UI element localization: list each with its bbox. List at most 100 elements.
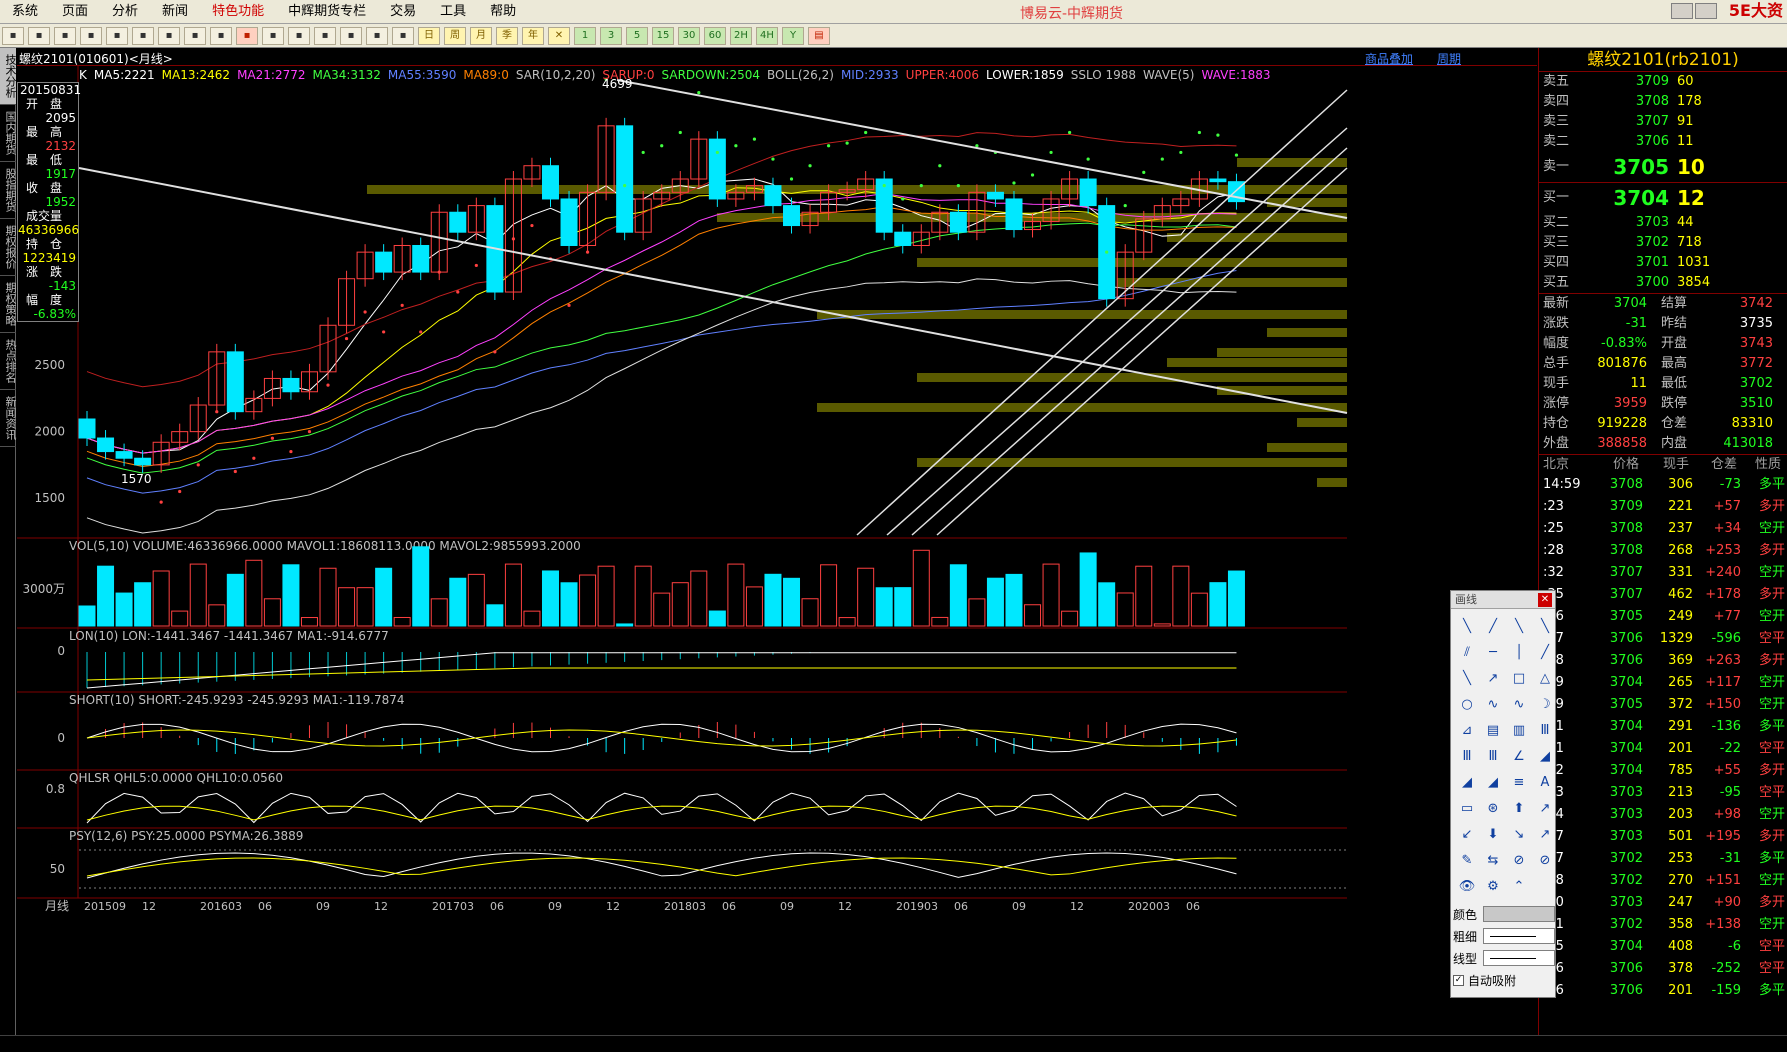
left-tab-3[interactable]: 期权报价 <box>0 219 17 276</box>
menu-item-3[interactable]: 新闻 <box>150 0 200 24</box>
auto-snap-checkbox[interactable]: ✓ <box>1453 974 1464 986</box>
chart-area[interactable]: 螺纹2101(010601)<月线> 商品叠加 周期 3000250020001… <box>17 48 1537 1052</box>
minute-btn-2[interactable]: 5 <box>626 26 648 45</box>
tick-row[interactable]: :393705372+150空开 <box>1539 694 1787 716</box>
period-btn-0[interactable]: 日 <box>418 26 440 45</box>
book-row[interactable]: 卖四 3708 178 <box>1539 92 1787 112</box>
ruler-icon[interactable]: ▭ <box>1455 797 1479 821</box>
rect-icon[interactable]: □ <box>1507 667 1531 691</box>
tick-icon[interactable]: ▪ <box>392 26 414 45</box>
layout-icon[interactable]: ▪ <box>210 26 232 45</box>
tick-row[interactable]: :413704291-136多平 <box>1539 716 1787 738</box>
left-tab-4[interactable]: 期权策略 <box>0 276 17 333</box>
minute-btn-5[interactable]: 60 <box>704 26 726 45</box>
hide-icon[interactable]: ⊘ <box>1507 849 1531 873</box>
level-icon[interactable]: ≡ <box>1507 771 1531 795</box>
tick-row[interactable]: :383706369+263多开 <box>1539 650 1787 672</box>
minute-btn-6[interactable]: 2H <box>730 26 752 45</box>
refresh-icon[interactable]: ▪ <box>106 26 128 45</box>
tick-row[interactable]: :503703247+90多开 <box>1539 892 1787 914</box>
down-arrow-icon[interactable]: ⬇ <box>1481 823 1505 847</box>
menu-item-7[interactable]: 工具 <box>428 0 478 24</box>
book-row[interactable]: 买四 3701 1031 <box>1539 253 1787 273</box>
tag-icon[interactable]: ▪ <box>314 26 336 45</box>
book-row[interactable]: 卖二 3706 11 <box>1539 132 1787 152</box>
menu-item-2[interactable]: 分析 <box>100 0 150 24</box>
menu-item-6[interactable]: 交易 <box>378 0 428 24</box>
wave-icon[interactable]: ∿ <box>1481 693 1505 717</box>
minute-btn-4[interactable]: 30 <box>678 26 700 45</box>
home-icon[interactable]: ▪ <box>28 26 50 45</box>
tick-row[interactable]: :423704785+55多开 <box>1539 760 1787 782</box>
triangle-icon[interactable]: △ <box>1533 667 1557 691</box>
minute-btn-8[interactable]: Y <box>782 26 804 45</box>
zoom-out-icon[interactable]: ▪ <box>158 26 180 45</box>
tick-row[interactable]: :433703213-95空平 <box>1539 782 1787 804</box>
indicator-icon[interactable]: ▪ <box>262 26 284 45</box>
arrow-line-icon[interactable]: ╲ <box>1533 615 1557 639</box>
curve-icon[interactable]: ∿ <box>1507 693 1531 717</box>
minute-btn-0[interactable]: 1 <box>574 26 596 45</box>
menu-item-0[interactable]: 系统 <box>0 0 50 24</box>
speed-icon[interactable]: ◢ <box>1533 745 1557 769</box>
angle-icon[interactable]: ◢ <box>1455 771 1479 795</box>
diag-icon[interactable]: ╱ <box>1533 641 1557 665</box>
left-tab-1[interactable]: 国内期货 <box>0 105 17 162</box>
ellipse-icon[interactable]: ○ <box>1455 693 1479 717</box>
settings-icon[interactable]: ⚙ <box>1481 875 1505 899</box>
tick-row[interactable]: :25 3708 237 +34 空开 <box>1539 518 1787 540</box>
book-row[interactable]: 买五 3700 3854 <box>1539 273 1787 293</box>
calendar-icon[interactable]: ▤ <box>808 26 830 45</box>
tick-row[interactable]: :28 3708 268 +253 多开 <box>1539 540 1787 562</box>
menu-item-5[interactable]: 中辉期货专栏 <box>276 0 378 24</box>
pen-icon[interactable]: ✎ <box>1455 849 1479 873</box>
pen-icon[interactable]: ▪ <box>236 26 258 45</box>
grid-icon[interactable]: Ⅲ <box>1481 745 1505 769</box>
kline-chart[interactable]: 300025002000150046991570VOL(5,10) VOLUME… <box>17 48 1537 1052</box>
tick-row[interactable]: :513702358+138空开 <box>1539 914 1787 936</box>
left-tab-2[interactable]: 股指期货 <box>0 162 17 219</box>
ray-icon[interactable]: ╱ <box>1481 615 1505 639</box>
search-icon[interactable]: ▪ <box>184 26 206 45</box>
fall-arrow-icon[interactable]: ↘ <box>1507 823 1531 847</box>
book-row[interactable]: 买二 3703 44 <box>1539 213 1787 233</box>
fib-icon[interactable]: ⊿ <box>1455 719 1479 743</box>
collapse-icon[interactable]: ⌃ <box>1507 875 1531 899</box>
left-tab-6[interactable]: 新闻资讯 <box>0 390 17 447</box>
parallel-icon[interactable]: ⫽ <box>1455 641 1479 665</box>
fan-icon[interactable]: ∠ <box>1507 745 1531 769</box>
cycle-icon[interactable]: ◢ <box>1481 771 1505 795</box>
tick-row[interactable]: :483702270+151空开 <box>1539 870 1787 892</box>
filter-icon[interactable]: ▪ <box>288 26 310 45</box>
tick-row[interactable]: :443703203+98空开 <box>1539 804 1787 826</box>
tick-row[interactable]: :23 3709 221 +57 多开 <box>1539 496 1787 518</box>
buy-arrow-icon[interactable]: ↗ <box>1533 823 1557 847</box>
mark-icon[interactable]: ⇆ <box>1481 849 1505 873</box>
book-row[interactable]: 卖一 3705 10 <box>1539 152 1787 182</box>
trend-icon[interactable]: ╲ <box>1455 667 1479 691</box>
back-icon[interactable]: ▪ <box>2 26 24 45</box>
line-width-select[interactable] <box>1483 928 1555 944</box>
window-icon[interactable]: ▪ <box>80 26 102 45</box>
minute-btn-3[interactable]: 15 <box>652 26 674 45</box>
left-tab-5[interactable]: 热点排名 <box>0 333 17 390</box>
zoom-in-icon[interactable]: ▪ <box>132 26 154 45</box>
left-tab-0[interactable]: 技术分析 <box>0 48 17 105</box>
segment-icon[interactable]: ╲ <box>1507 615 1531 639</box>
tick-row[interactable]: :32 3707 331 +240 空开 <box>1539 562 1787 584</box>
arc-icon[interactable]: ☽ <box>1533 693 1557 717</box>
hline-icon[interactable]: ─ <box>1481 641 1505 665</box>
tick-row[interactable]: :563706378-252空平 <box>1539 958 1787 980</box>
tick-row[interactable]: :553704408-6空平 <box>1539 936 1787 958</box>
book-row[interactable]: 卖五 3709 60 <box>1539 72 1787 92</box>
menu-item-4[interactable]: 特色功能 <box>200 0 276 24</box>
period-btn-2[interactable]: 月 <box>470 26 492 45</box>
menu-item-8[interactable]: 帮助 <box>478 0 528 24</box>
minute-btn-1[interactable]: 3 <box>600 26 622 45</box>
minute-btn-7[interactable]: 4H <box>756 26 778 45</box>
menu-item-1[interactable]: 页面 <box>50 0 100 24</box>
eye-icon[interactable]: 👁 <box>1455 875 1479 899</box>
text-icon[interactable]: A <box>1533 771 1557 795</box>
tick-chart-icon[interactable]: ✕ <box>548 26 570 45</box>
folder-icon[interactable]: ▪ <box>54 26 76 45</box>
